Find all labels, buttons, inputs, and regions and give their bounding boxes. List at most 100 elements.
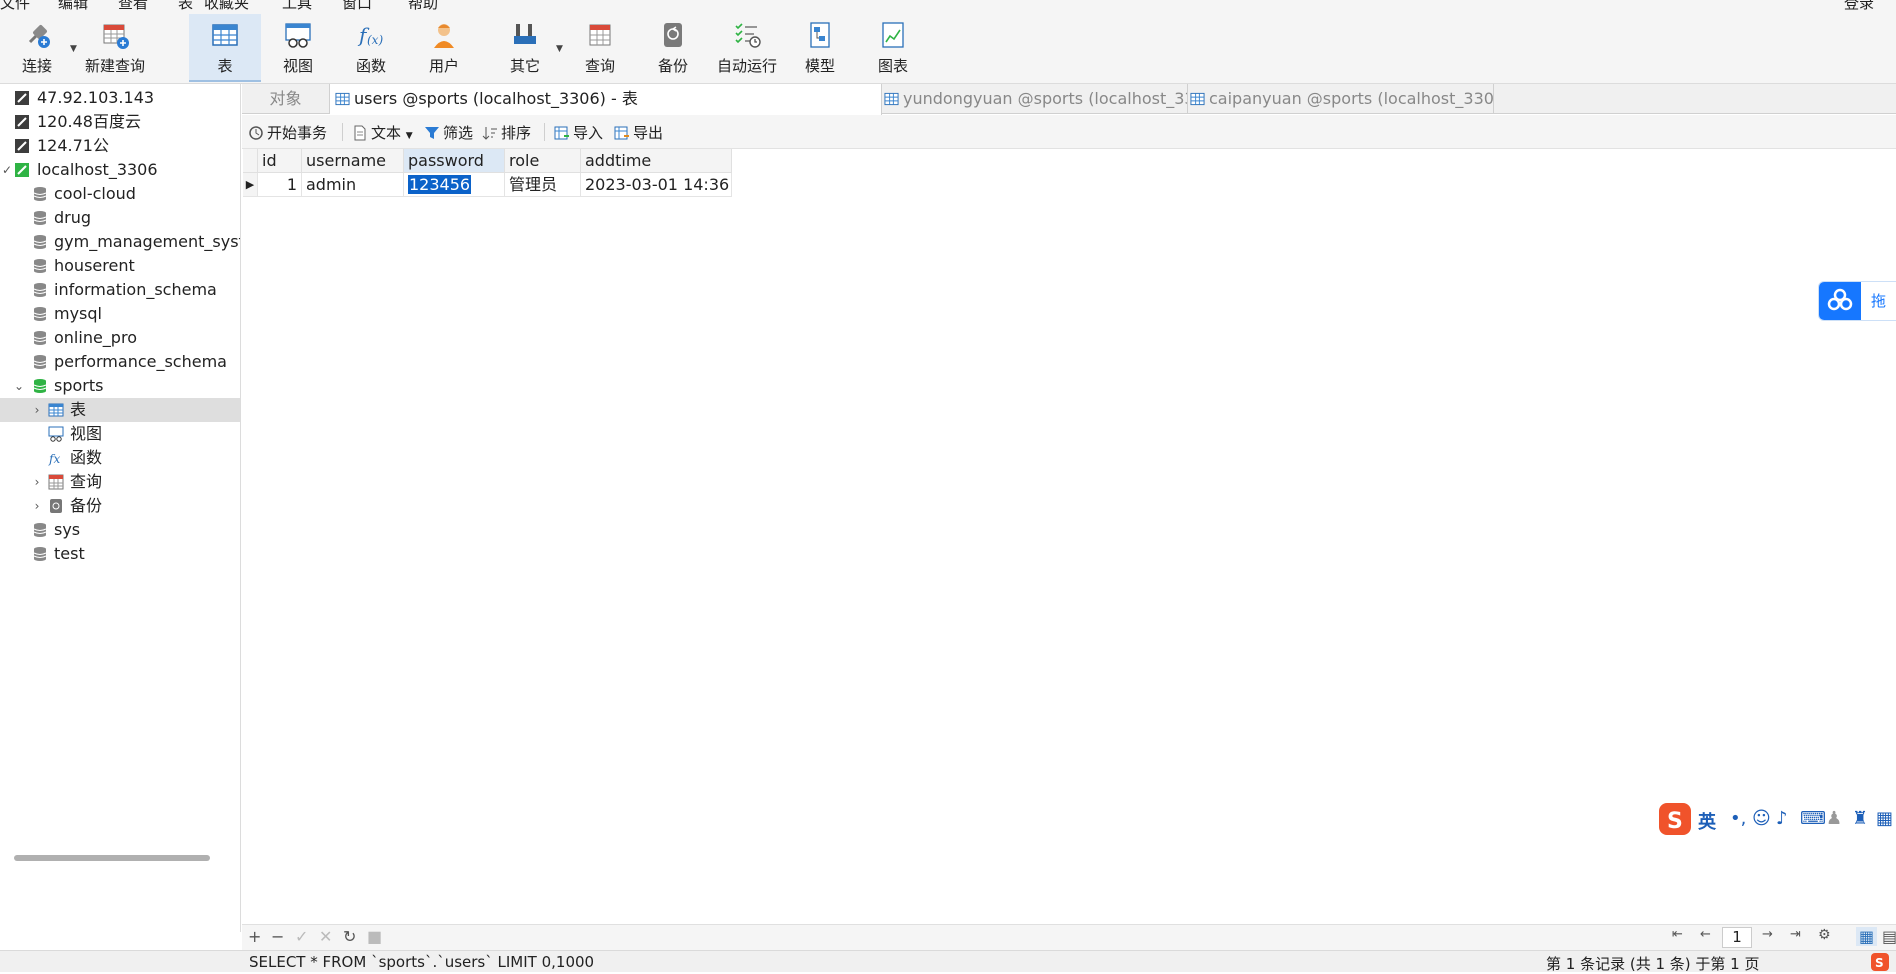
microphone-icon[interactable]: ♪ <box>1776 808 1788 829</box>
menu-tools[interactable]: 工具 <box>282 0 312 13</box>
tree-sports-backups[interactable]: › 备份 <box>0 494 240 518</box>
nav-horizontal-scrollbar[interactable] <box>14 855 210 861</box>
row-indicator-icon[interactable]: ▶ <box>243 173 258 197</box>
first-page-button[interactable]: ⇤ <box>1672 927 1683 942</box>
login-link[interactable]: 登录 <box>1844 0 1874 13</box>
tree-sports-queries[interactable]: › 查询 <box>0 470 240 494</box>
refresh-button[interactable]: ↻ <box>343 927 356 946</box>
menu-file[interactable]: 文件 <box>0 0 30 13</box>
connect-button[interactable]: 连接 <box>14 14 60 82</box>
tab-objects[interactable]: 对象 <box>242 84 330 114</box>
last-page-button[interactable]: ⇥ <box>1790 927 1801 942</box>
other-dropdown-icon[interactable]: ▼ <box>556 44 563 54</box>
user-icon[interactable]: ♟ <box>1826 808 1842 829</box>
gear-icon[interactable]: ⚙ <box>1818 927 1831 943</box>
add-record-button[interactable]: + <box>248 927 261 946</box>
column-header-password[interactable]: password <box>404 149 505 173</box>
tree-connection-3[interactable]: 124.71公 <box>0 134 240 158</box>
menu-view[interactable]: 查看 <box>118 0 148 13</box>
chevron-down-icon[interactable]: ⌄ <box>12 374 26 398</box>
chevron-right-icon[interactable]: › <box>30 494 44 518</box>
apply-changes-button[interactable]: ✓ <box>295 927 308 946</box>
menu-table[interactable]: 表 <box>178 0 193 13</box>
tree-sports-functions[interactable]: fx 函数 <box>0 446 240 470</box>
menu-help[interactable]: 帮助 <box>408 0 438 13</box>
column-header-id[interactable]: id <box>258 149 302 173</box>
stop-button[interactable]: ■ <box>367 927 382 946</box>
cell-role[interactable]: 管理员 <box>505 173 581 197</box>
tree-db-online-pro[interactable]: online_pro <box>0 326 240 350</box>
tree-connection-4[interactable]: ✓ localhost_3306 <box>0 158 240 182</box>
tree-db-drug[interactable]: drug <box>0 206 240 230</box>
grid-view-button[interactable]: ▦ <box>1856 927 1878 946</box>
chevron-down-icon[interactable]: ✓ <box>0 158 14 182</box>
tree-db-mysql[interactable]: mysql <box>0 302 240 326</box>
cell-addtime[interactable]: 2023-03-01 14:36:04 <box>581 173 732 197</box>
begin-transaction-button[interactable]: 开始事务 <box>248 123 327 143</box>
page-number-input[interactable]: 1 <box>1722 927 1752 948</box>
connect-dropdown-icon[interactable]: ▼ <box>70 44 77 54</box>
user-button[interactable]: 用户 <box>419 14 469 82</box>
sort-button[interactable]: 排序 <box>482 123 531 143</box>
emoji-icon[interactable]: ☺ <box>1752 808 1771 829</box>
filter-button[interactable]: 筛选 <box>424 123 473 143</box>
tree-connection-1[interactable]: 47.92.103.143 <box>0 86 240 110</box>
tree-db-test[interactable]: test <box>0 542 240 566</box>
table-button[interactable]: 表 <box>189 14 261 82</box>
keyboard-icon[interactable]: ⌨ <box>1800 808 1826 829</box>
menu-edit[interactable]: 编辑 <box>58 0 88 13</box>
cell-password[interactable]: 123456 <box>404 173 505 197</box>
column-header-username[interactable]: username <box>302 149 404 173</box>
table-icon <box>1190 92 1205 106</box>
connection-icon <box>15 139 29 153</box>
tree-db-sys[interactable]: sys <box>0 518 240 542</box>
tab-users[interactable]: users @sports (localhost_3306) - 表 <box>330 84 882 115</box>
column-header-role[interactable]: role <box>505 149 581 173</box>
chevron-right-icon[interactable]: › <box>30 398 44 422</box>
menu-favorites[interactable]: 收藏夹 <box>204 0 249 13</box>
chevron-right-icon[interactable]: › <box>30 470 44 494</box>
tree-db-performance-schema[interactable]: performance_schema <box>0 350 240 374</box>
ime-language[interactable]: 英 <box>1698 808 1716 834</box>
tab-yundongyuan[interactable]: yundongyuan @sports (localhost_33... <box>882 84 1188 114</box>
tree-db-gym-management[interactable]: gym_management_system <box>0 230 240 254</box>
function-icon: fx <box>48 452 60 466</box>
form-view-button[interactable]: ▤ <box>1882 927 1896 946</box>
backup-button[interactable]: 备份 <box>648 14 698 82</box>
query-button[interactable]: 查询 <box>575 14 625 82</box>
cell-username[interactable]: admin <box>302 173 404 197</box>
tree-node-label: 124.71公 <box>37 136 109 155</box>
previous-page-button[interactable]: ← <box>1700 927 1711 942</box>
text-button[interactable]: 文本 ▼ <box>352 123 413 143</box>
chart-button[interactable]: 图表 <box>868 14 918 82</box>
chart-label: 图表 <box>877 57 908 75</box>
discard-changes-button[interactable]: ✕ <box>319 927 332 946</box>
baidu-netdisk-widget[interactable]: 拖 <box>1818 281 1896 321</box>
skin-icon[interactable]: ♜ <box>1852 808 1868 829</box>
tree-sports-tables[interactable]: › 表 <box>0 398 240 422</box>
tree-db-information-schema[interactable]: information_schema <box>0 278 240 302</box>
view-button[interactable]: 视图 <box>273 14 323 82</box>
other-button[interactable]: 其它 <box>500 14 550 82</box>
sogou-tray-icon[interactable]: S <box>1870 953 1890 971</box>
tree-connection-2[interactable]: 120.48百度云 <box>0 110 240 134</box>
tree-db-cool-cloud[interactable]: cool-cloud <box>0 182 240 206</box>
next-page-button[interactable]: → <box>1762 927 1773 942</box>
autorun-button[interactable]: 自动运行 <box>712 14 782 82</box>
new-query-button[interactable]: 新建查询 <box>84 14 146 82</box>
model-button[interactable]: 模型 <box>795 14 845 82</box>
export-button[interactable]: 导出 <box>614 123 663 143</box>
menu-window[interactable]: 窗口 <box>342 0 372 13</box>
column-header-addtime[interactable]: addtime <box>581 149 732 173</box>
function-button[interactable]: f (x) 函数 <box>346 14 396 82</box>
tree-db-sports[interactable]: ⌄ sports <box>0 374 240 398</box>
cell-id[interactable]: 1 <box>258 173 302 197</box>
punctuation-icon[interactable]: •, <box>1730 808 1746 829</box>
tree-db-houserent[interactable]: houserent <box>0 254 240 278</box>
import-button[interactable]: 导入 <box>554 123 603 143</box>
grid-icon[interactable]: ▦ <box>1876 808 1893 829</box>
ime-toolbar[interactable]: S 英 •, ☺ ♪ ⌨ ♟ ♜ ▦ <box>1656 800 1896 838</box>
tab-caipanyuan[interactable]: caipanyuan @sports (localhost_3306... <box>1188 84 1494 114</box>
tree-sports-views[interactable]: 视图 <box>0 422 240 446</box>
delete-record-button[interactable]: − <box>271 927 284 946</box>
